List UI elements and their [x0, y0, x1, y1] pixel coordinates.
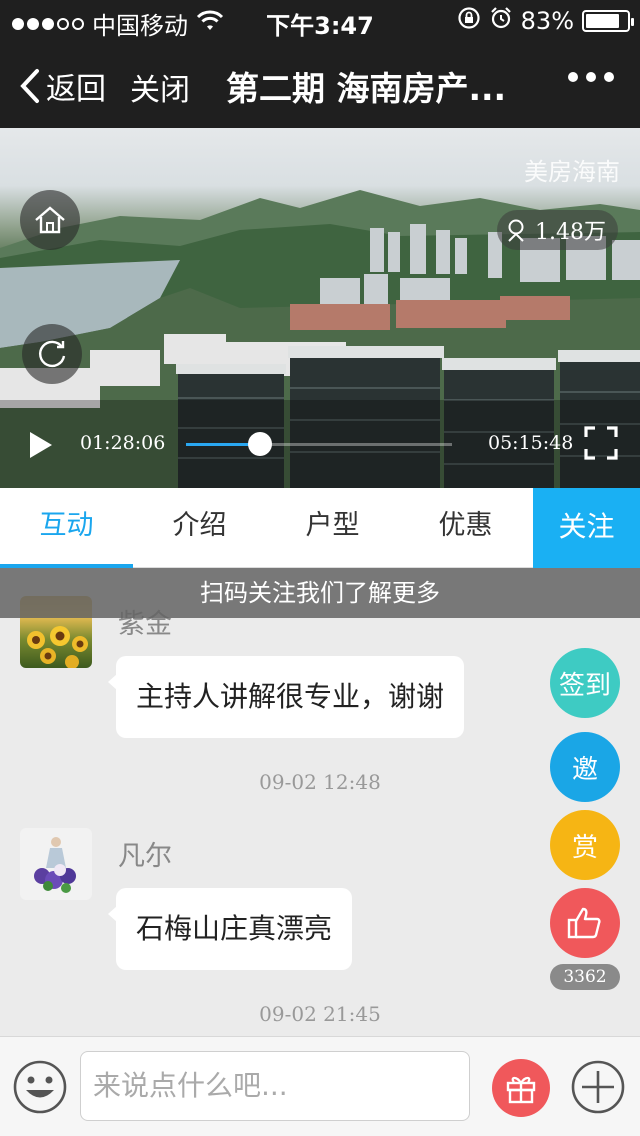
rotation-lock-icon	[457, 6, 481, 36]
total-time: 05:15:48	[488, 432, 574, 454]
chevron-left-icon	[20, 69, 39, 103]
seek-handle[interactable]	[248, 432, 273, 456]
viewer-count-badge: 1.48万	[497, 210, 618, 250]
battery-icon	[582, 10, 634, 32]
avatar[interactable]	[20, 828, 92, 900]
fullscreen-icon	[584, 426, 618, 460]
message-bubble: 主持人讲解很专业，谢谢	[107, 656, 465, 738]
invite-button[interactable]: 邀	[550, 732, 620, 802]
battery-fill	[586, 14, 620, 28]
like-count: 3362	[550, 964, 620, 990]
message-timestamp: 09-02 12:48	[259, 770, 381, 794]
back-button[interactable]: 返回	[18, 64, 106, 108]
play-button[interactable]	[28, 430, 54, 464]
channel-watermark: 美房海南	[524, 158, 620, 186]
flower-avatar-image	[34, 837, 76, 893]
more-options-button[interactable]	[568, 72, 614, 82]
tab-floor-plans[interactable]: 户型	[266, 488, 399, 568]
current-time: 01:28:06	[80, 432, 166, 454]
page-title: 第二期 海南房产...	[226, 69, 507, 108]
person-icon	[508, 219, 524, 242]
comment-input[interactable]: 来说点什么吧...	[80, 1051, 470, 1121]
gift-button[interactable]	[492, 1059, 550, 1117]
refresh-icon	[39, 340, 66, 368]
reward-button[interactable]: 赏	[550, 810, 620, 880]
chat-area[interactable]: 扫码关注我们了解更多 紫金 主持人讲解很专业，谢谢 09-02 12:48 凡尔…	[0, 568, 640, 1036]
tab-bar: 互动 介绍 户型 优惠 关注	[0, 488, 640, 568]
tab-intro[interactable]: 介绍	[133, 488, 266, 568]
tab-offers[interactable]: 优惠	[399, 488, 532, 568]
qr-follow-banner[interactable]: 扫码关注我们了解更多	[0, 568, 640, 618]
battery-percent: 83%	[520, 7, 574, 35]
more-actions-button[interactable]	[570, 1059, 626, 1119]
home-button[interactable]	[20, 190, 80, 250]
video-player[interactable]: 美房海南 1.48万 01:28:06 05:15:48	[0, 128, 640, 488]
seek-bar[interactable]	[186, 432, 452, 456]
playback-controls: 01:28:06 05:15:48	[0, 400, 640, 488]
message-username: 凡尔	[118, 841, 172, 872]
status-bar: 中国移动 下午3:47 83%	[0, 0, 640, 40]
emoji-button[interactable]	[12, 1059, 68, 1119]
play-icon	[30, 432, 52, 458]
close-button[interactable]: 关闭	[130, 65, 190, 109]
checkin-button[interactable]: 签到	[550, 648, 620, 718]
gift-icon	[506, 1076, 536, 1104]
alarm-icon	[489, 6, 513, 36]
input-bar: 来说点什么吧...	[0, 1036, 640, 1136]
fullscreen-button[interactable]	[584, 426, 618, 464]
plus-icon	[571, 1060, 625, 1114]
like-button[interactable]	[550, 888, 620, 958]
follow-button[interactable]: 关注	[533, 488, 640, 568]
refresh-button[interactable]	[22, 324, 82, 384]
top-bar: 中国移动 下午3:47 83% 返回 关闭 第二期 海南房产...	[0, 0, 640, 128]
nav-bar: 返回 关闭 第二期 海南房产...	[0, 44, 640, 128]
home-icon	[35, 206, 65, 234]
tab-interaction[interactable]: 互动	[0, 488, 133, 568]
message-bubble: 石梅山庄真漂亮	[107, 888, 353, 970]
smiley-icon	[13, 1060, 67, 1114]
message-timestamp: 09-02 21:45	[259, 1002, 381, 1026]
viewer-count: 1.48万	[535, 220, 606, 245]
thumbs-up-icon	[567, 907, 601, 939]
back-label: 返回	[46, 72, 106, 107]
live-room-page: 中国移动 下午3:47 83% 返回 关闭 第二期 海南房产... 美房海南 1…	[0, 0, 640, 1136]
